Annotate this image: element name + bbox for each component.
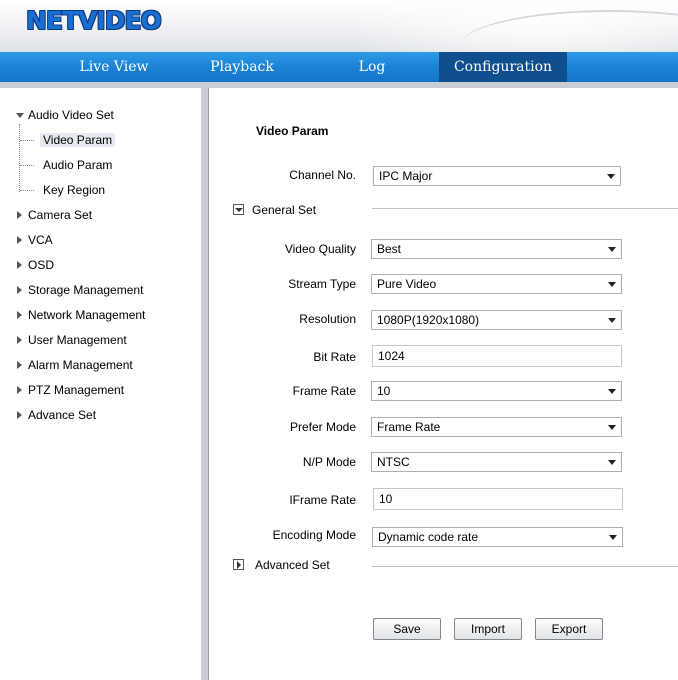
np-mode-select[interactable]: NTSC — [371, 452, 622, 472]
video-quality-value: Best — [377, 242, 402, 256]
channel-select[interactable]: IPC Major — [373, 166, 621, 186]
tree-guide-line — [19, 124, 20, 192]
sidebar-item-audio-param[interactable]: Audio Param — [43, 155, 112, 175]
collapsed-triangle-icon — [17, 336, 22, 344]
collapsed-triangle-icon — [237, 561, 241, 569]
tree-branch — [20, 190, 34, 191]
general-set-label: General Set — [252, 203, 317, 217]
iframe-rate-label: IFrame Rate — [289, 493, 356, 507]
frame-rate-select[interactable]: 10 — [371, 381, 622, 401]
stream-type-value: Pure Video — [377, 277, 437, 291]
collapsed-triangle-icon — [17, 311, 22, 319]
np-mode-value: NTSC — [377, 455, 410, 469]
stream-type-label: Stream Type — [288, 277, 356, 291]
config-sidebar: Audio Video Set Video Param Audio Param … — [0, 88, 202, 680]
tab-log[interactable]: Log — [330, 52, 414, 82]
section-divider — [372, 208, 678, 209]
sidebar-item-label: User Management — [28, 333, 127, 347]
sidebar-item-label: Alarm Management — [28, 358, 133, 372]
sidebar-item-label: Storage Management — [28, 283, 144, 297]
dropdown-arrow-icon — [608, 389, 616, 394]
sidebar-item-label: VCA — [28, 233, 53, 247]
video-quality-label: Video Quality — [284, 242, 356, 256]
stream-type-select[interactable]: Pure Video — [371, 274, 622, 294]
dropdown-arrow-icon — [608, 425, 616, 430]
save-button[interactable]: Save — [373, 618, 441, 640]
channel-select-value: IPC Major — [379, 169, 433, 183]
bit-rate-label: Bit Rate — [313, 350, 356, 364]
general-set-toggle[interactable] — [233, 204, 244, 215]
export-button[interactable]: Export — [535, 618, 603, 640]
encoding-mode-value: Dynamic code rate — [378, 530, 479, 544]
import-button[interactable]: Import — [454, 618, 522, 640]
sidebar-item-label: OSD — [28, 258, 55, 272]
collapsed-triangle-icon — [17, 211, 22, 219]
collapsed-triangle-icon — [17, 386, 22, 394]
collapsed-triangle-icon — [17, 236, 22, 244]
expanded-triangle-icon — [16, 113, 24, 118]
encoding-mode-select[interactable]: Dynamic code rate — [372, 527, 623, 547]
tree-branch — [20, 140, 34, 141]
expanded-triangle-icon — [235, 208, 243, 212]
collapsed-triangle-icon — [17, 261, 22, 269]
collapsed-triangle-icon — [17, 361, 22, 369]
sidebar-item-label: PTZ Management — [28, 383, 125, 397]
np-mode-label: N/P Mode — [302, 455, 356, 469]
sidebar-item-video-param[interactable]: Video Param — [40, 130, 116, 150]
dropdown-arrow-icon — [608, 318, 616, 323]
prefer-mode-label: Prefer Mode — [289, 420, 356, 434]
tab-configuration[interactable]: Configuration — [439, 52, 567, 82]
collapsed-triangle-icon — [17, 286, 22, 294]
dropdown-arrow-icon — [608, 460, 616, 465]
channel-label: Channel No. — [289, 168, 356, 182]
section-divider — [372, 566, 678, 567]
tree-branch — [20, 165, 34, 166]
iframe-rate-input[interactable]: 10 — [373, 488, 623, 510]
sidebar-item-label: Video Param — [40, 133, 116, 147]
video-quality-select[interactable]: Best — [371, 239, 622, 259]
page-title: Video Param — [256, 124, 329, 138]
sidebar-item-label: Advance Set — [28, 408, 97, 422]
resolution-label: Resolution — [299, 312, 356, 326]
sidebar-item-label: Camera Set — [28, 208, 93, 222]
dropdown-arrow-icon — [608, 247, 616, 252]
frame-rate-value: 10 — [377, 384, 391, 398]
prefer-mode-value: Frame Rate — [377, 420, 441, 434]
prefer-mode-select[interactable]: Frame Rate — [371, 417, 622, 437]
dropdown-arrow-icon — [607, 174, 615, 179]
encoding-mode-label: Encoding Mode — [272, 528, 356, 542]
tab-playback[interactable]: Playback — [190, 52, 294, 82]
resolution-select[interactable]: 1080P(1920x1080) — [371, 310, 622, 330]
resolution-value: 1080P(1920x1080) — [377, 313, 480, 327]
advanced-set-toggle[interactable] — [233, 559, 244, 570]
frame-rate-label: Frame Rate — [292, 384, 356, 398]
advanced-set-label: Advanced Set — [255, 558, 330, 572]
collapsed-triangle-icon — [17, 411, 22, 419]
sidebar-group-label: Audio Video Set — [28, 108, 114, 122]
bit-rate-input[interactable]: 1024 — [372, 345, 622, 367]
brand-logo: NETVIDEO — [26, 6, 162, 35]
header-banner: NETVIDEO — [0, 0, 678, 52]
tab-live-view[interactable]: Live View — [62, 52, 166, 82]
sidebar-item-key-region[interactable]: Key Region — [43, 180, 105, 200]
dropdown-arrow-icon — [609, 535, 617, 540]
dropdown-arrow-icon — [608, 282, 616, 287]
sidebar-item-label: Network Management — [28, 308, 146, 322]
main-nav: Live View Playback Log Configuration — [0, 52, 678, 82]
